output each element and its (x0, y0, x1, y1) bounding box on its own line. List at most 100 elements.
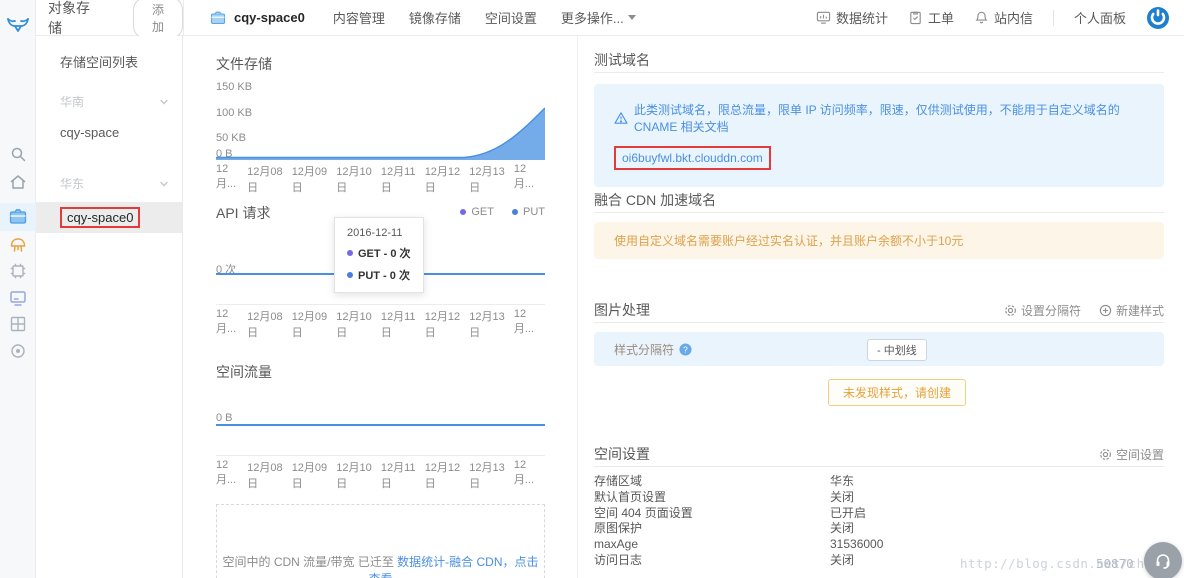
image-processing-title: 图片处理 (594, 300, 650, 320)
new-style-action[interactable]: 新建样式 (1099, 302, 1164, 319)
image-processing-header: 图片处理 设置分隔符 新建样式 (594, 300, 1164, 320)
compute-chip-icon[interactable] (8, 261, 28, 281)
tab-mirror-storage[interactable]: 镜像存储 (409, 8, 461, 27)
apps-grid-icon[interactable] (8, 314, 28, 334)
personal-panel-link[interactable]: 个人面板 (1074, 8, 1126, 27)
section-divider (594, 212, 1164, 213)
product-title: 对象存储 (48, 0, 99, 38)
traffic-zero-label: 0 B (216, 412, 233, 424)
storage-chart-title: 文件存储 (216, 54, 272, 74)
qiniu-portal-logo-icon[interactable] (1146, 6, 1170, 30)
legend-put[interactable]: PUT (512, 206, 545, 218)
space-settings-action[interactable]: 空间设置 (1099, 446, 1164, 463)
warning-icon (614, 111, 628, 125)
storage-area-chart[interactable] (216, 80, 545, 160)
cdn-migration-note: 空间中的 CDN 流量/带宽 已迁至 数据统计-融合 CDN，点击查看 (216, 504, 545, 578)
chart-tooltip: 2016-12-11 GET - 0 次 PUT - 0 次 (334, 217, 424, 293)
section-divider (594, 466, 1164, 467)
target-icon[interactable] (8, 341, 28, 361)
gear-icon (1004, 304, 1017, 317)
space-settings-header: 空间设置 空间设置 (594, 444, 1164, 464)
tooltip-date: 2016-12-11 (347, 227, 411, 239)
api-axis-line (216, 304, 545, 305)
add-bucket-button[interactable]: 添加 (133, 0, 183, 39)
table-row: 原图保护关闭 (594, 522, 1164, 534)
bell-icon (974, 10, 989, 25)
traffic-flat-line (216, 424, 545, 426)
object-storage-icon[interactable] (8, 207, 28, 227)
top-header: 对象存储 添加 cqy-space0 内容管理 镜像存储 空间设置 更多操作..… (36, 0, 1184, 36)
chevron-down-icon (158, 178, 170, 190)
table-row: 默认首页设置关闭 (594, 491, 1164, 503)
space-settings-table: 存储区域华东 默认首页设置关闭 空间 404 页面设置已开启 原图保护关闭 ma… (594, 475, 1164, 566)
separator-value-tag[interactable]: - 中划线 (867, 339, 927, 361)
header-utilities: 数据统计 工单 站内信 个人面板 (816, 6, 1184, 30)
api-x-axis: 12月...12月08日12月09日12月10日12月11日12月12日12月1… (216, 308, 545, 340)
put-dot-icon (347, 272, 353, 278)
home-icon[interactable] (8, 172, 28, 192)
bucket-item-cqy-space[interactable]: cqy-space (36, 120, 182, 145)
tab-space-settings[interactable]: 空间设置 (485, 8, 537, 27)
traffic-chart-title: 空间流量 (216, 362, 272, 382)
create-style-button[interactable]: 未发现样式，请创建 (828, 379, 966, 406)
region-group-huanan[interactable]: 华南 (60, 93, 170, 110)
header-bucket-nav: cqy-space0 内容管理 镜像存储 空间设置 更多操作... 数据统计 工… (183, 0, 1184, 35)
style-separator-label: 样式分隔符 ? (614, 341, 692, 358)
headset-icon (1153, 551, 1173, 571)
bucket-list-title: 存储空间列表 (60, 52, 182, 71)
get-dot-icon (347, 250, 353, 256)
more-actions-label: 更多操作... (561, 8, 624, 27)
section-divider (594, 322, 1164, 323)
tab-content-manage[interactable]: 内容管理 (333, 8, 385, 27)
svg-text:?: ? (683, 344, 688, 354)
traffic-axis-line (216, 455, 545, 456)
cdn-note-text: 空间中的 CDN 流量/带宽 已迁至 (222, 555, 397, 569)
bucket-icon (210, 10, 226, 26)
header-product-area: 对象存储 添加 (36, 0, 183, 35)
fusion-cdn-title: 融合 CDN 加速域名 (594, 190, 716, 210)
chevron-down-icon (628, 15, 636, 20)
region-group-huadong[interactable]: 华东 (60, 175, 170, 192)
search-icon[interactable] (8, 144, 28, 164)
qiniu-logo-icon[interactable] (6, 12, 30, 36)
test-domain-docs-link[interactable]: 相关文档 (681, 120, 729, 134)
section-divider (594, 72, 1164, 73)
traffic-x-axis: 12月...12月08日12月09日12月10日12月11日12月12日12月1… (216, 459, 545, 491)
set-separator-action[interactable]: 设置分隔符 (1004, 302, 1081, 319)
bucket-list-panel: 存储空间列表 华南 cqy-space 华东 cqy-space0 (36, 36, 183, 578)
media-console-icon[interactable] (8, 288, 28, 308)
bucket-item-cqy-space0-selected[interactable]: cqy-space0 (36, 202, 182, 233)
tooltip-get-row: GET - 0 次 (347, 245, 411, 261)
more-actions-menu[interactable]: 更多操作... (561, 8, 636, 27)
help-icon[interactable]: ? (679, 343, 692, 356)
nav-rail (0, 0, 36, 578)
current-bucket-name: cqy-space0 (234, 10, 305, 25)
messages-link[interactable]: 站内信 (974, 8, 1033, 27)
get-dot-icon (460, 209, 466, 215)
table-row: 空间 404 页面设置已开启 (594, 507, 1164, 519)
put-dot-icon (512, 209, 518, 215)
csdn-watermark-obscured: 50870 (1096, 556, 1134, 571)
test-domain-title: 测试域名 (594, 50, 650, 70)
fusion-cdn-icon[interactable] (8, 235, 28, 255)
clipboard-icon (908, 10, 923, 25)
header-divider (1053, 10, 1054, 26)
test-domain-infobox: 此类测试域名，限总流量，限单 IP 访问频率，限速，仅供测试使用，不能用于自定义… (594, 84, 1164, 187)
test-domain-value[interactable]: oi6buyfwl.bkt.clouddn.com (614, 146, 771, 170)
console-screen: 对象存储 添加 cqy-space0 内容管理 镜像存储 空间设置 更多操作..… (0, 0, 1184, 578)
gear-icon (1099, 448, 1112, 461)
ticket-link[interactable]: 工单 (908, 8, 954, 27)
style-separator-row: 样式分隔符 ? - 中划线 (594, 332, 1164, 366)
legend-get[interactable]: GET (460, 206, 494, 218)
data-stats-link[interactable]: 数据统计 (816, 8, 888, 27)
chevron-down-icon (158, 96, 170, 108)
table-row: 存储区域华东 (594, 475, 1164, 487)
test-domain-notice: 此类测试域名，限总流量，限单 IP 访问频率，限速，仅供测试使用，不能用于自定义… (614, 101, 1144, 135)
plus-circle-icon (1099, 304, 1112, 317)
annotation-red-box: cqy-space0 (60, 207, 140, 228)
tooltip-put-row: PUT - 0 次 (347, 267, 411, 283)
fusion-cdn-warning: 使用自定义域名需要账户经过实名认证，并且账户余额不小于10元 (594, 222, 1164, 259)
storage-x-axis: 12月...12月08日12月09日12月10日12月11日12月12日12月1… (216, 163, 545, 195)
customer-service-button[interactable] (1144, 542, 1182, 578)
space-settings-title: 空间设置 (594, 444, 650, 464)
